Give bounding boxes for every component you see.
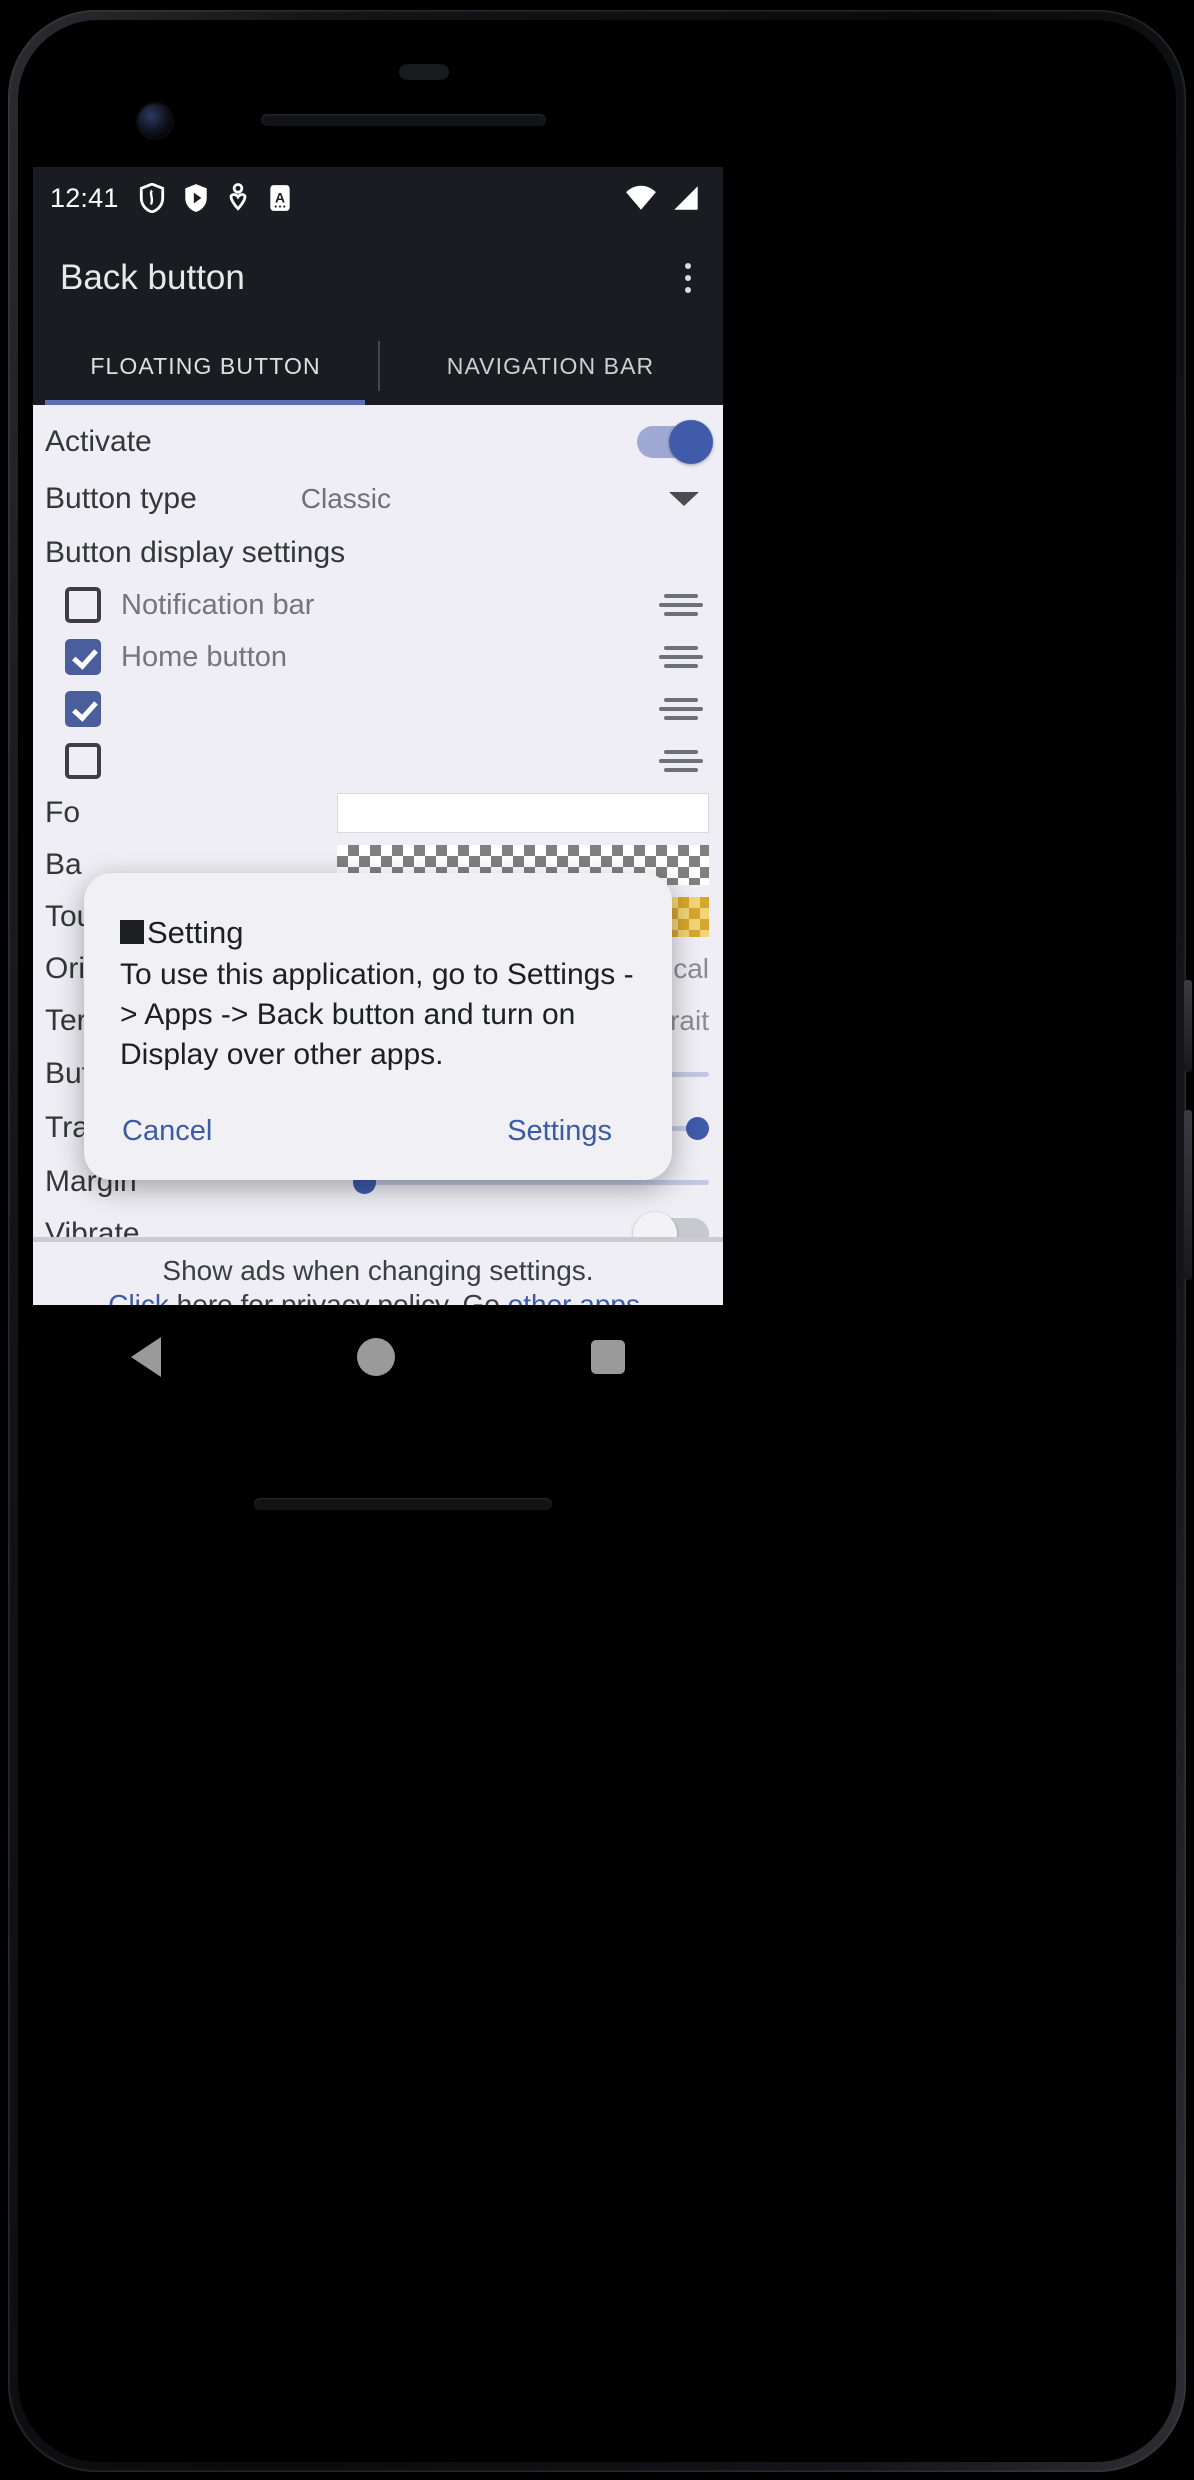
power-button[interactable] [1184, 980, 1192, 1072]
display-item-4-checkbox[interactable] [65, 743, 101, 779]
status-system-icons [624, 185, 701, 211]
drag-handle-icon[interactable] [659, 646, 703, 668]
front-camera-icon [138, 104, 172, 138]
home-button-checkbox[interactable] [65, 639, 101, 675]
setting-row-button-type[interactable]: Button type Classic [33, 471, 723, 527]
dialog-title: Setting [147, 915, 244, 950]
earpiece-speaker [261, 114, 546, 126]
status-notification-icons: A [139, 183, 293, 213]
activate-toggle[interactable] [637, 420, 713, 464]
privacy-policy-link[interactable]: Click [108, 1289, 169, 1306]
shield-play-icon [184, 184, 207, 212]
footer-ad-banner: Show ads when changing settings. Click h… [33, 1237, 723, 1305]
display-item-3-checkbox[interactable] [65, 691, 101, 727]
dialog-cancel-button[interactable]: Cancel [120, 1111, 214, 1152]
home-button-label: Home button [121, 640, 288, 673]
footer-mid-text: here for privacy policy. Go [168, 1288, 508, 1306]
display-item-3[interactable] [33, 683, 723, 735]
settings-list: Activate Button type Classic Button disp… [33, 405, 723, 1237]
dialog-settings-button[interactable]: Settings [505, 1111, 614, 1152]
square-recents-icon[interactable] [591, 1340, 625, 1374]
notification-bar-checkbox[interactable] [65, 587, 101, 623]
android-app-screen: 12:41 A Back button FLOATING BUTTON NAVI… [33, 167, 723, 1305]
activate-label: Activate [45, 425, 152, 458]
notification-bar-label: Notification bar [121, 588, 315, 621]
display-item-4[interactable] [33, 735, 723, 787]
status-bar: 12:41 A [33, 167, 723, 229]
more-vertical-icon[interactable] [675, 255, 701, 301]
font-color-swatch[interactable] [337, 793, 709, 833]
triangle-back-icon[interactable] [131, 1337, 161, 1377]
dialog-message: To use this application, go to Settings … [120, 958, 634, 1071]
button-type-value: Classic [300, 483, 392, 514]
tab-bar: FLOATING BUTTON NAVIGATION BAR [33, 327, 723, 405]
a-badge-icon: A [269, 185, 290, 211]
chevron-down-icon[interactable] [669, 492, 699, 506]
dialog-actions: Cancel Settings [120, 1111, 636, 1162]
page-title: Back button [60, 258, 245, 297]
back-color-label: Ba [45, 848, 82, 881]
circle-home-icon[interactable] [357, 1338, 395, 1376]
bottom-speaker [254, 1498, 552, 1510]
vibrate-label: Vibrate [45, 1217, 140, 1237]
location-heart-icon [229, 183, 246, 211]
android-nav-bar [33, 1305, 723, 1409]
display-settings-header: Button display settings [45, 536, 346, 569]
permission-dialog: Setting To use this application, go to S… [84, 873, 672, 1180]
drag-handle-icon[interactable] [659, 750, 703, 772]
setting-row-vibrate[interactable]: Vibrate [33, 1209, 723, 1237]
footer-ads-notice: Show ads when changing settings. [162, 1254, 594, 1286]
shield-outline-icon [139, 183, 164, 213]
volume-button[interactable] [1184, 1110, 1192, 1280]
svg-text:A: A [275, 189, 285, 205]
display-item-notification-bar[interactable]: Notification bar [33, 579, 723, 631]
cell-signal-icon [674, 186, 698, 210]
setting-row-font-color[interactable]: Fo [33, 787, 723, 839]
display-item-home-button[interactable]: Home button [33, 631, 723, 683]
vibrate-toggle[interactable] [633, 1212, 709, 1237]
other-apps-link[interactable]: other apps. [508, 1289, 648, 1306]
drag-handle-icon[interactable] [659, 698, 703, 720]
phone-device-frame: 12:41 A Back button FLOATING BUTTON NAVI… [0, 0, 1194, 2480]
footer-links-line: Click here for privacy policy. Go other … [108, 1289, 648, 1306]
button-type-label: Button type [45, 482, 197, 515]
wifi-icon [626, 185, 656, 210]
app-bar: Back button [33, 229, 723, 327]
tab-floating-button[interactable]: FLOATING BUTTON [33, 327, 378, 405]
font-color-label: Fo [45, 796, 81, 829]
status-clock: 12:41 [50, 182, 119, 213]
filled-square-icon [120, 920, 144, 944]
setting-row-display-settings-header: Button display settings [33, 527, 723, 579]
drag-handle-icon[interactable] [659, 594, 703, 616]
setting-row-activate[interactable]: Activate [33, 413, 723, 471]
dialog-title-row: Setting [120, 915, 636, 951]
tab-navigation-bar[interactable]: NAVIGATION BAR [378, 327, 723, 405]
top-notch-bar [399, 64, 449, 80]
